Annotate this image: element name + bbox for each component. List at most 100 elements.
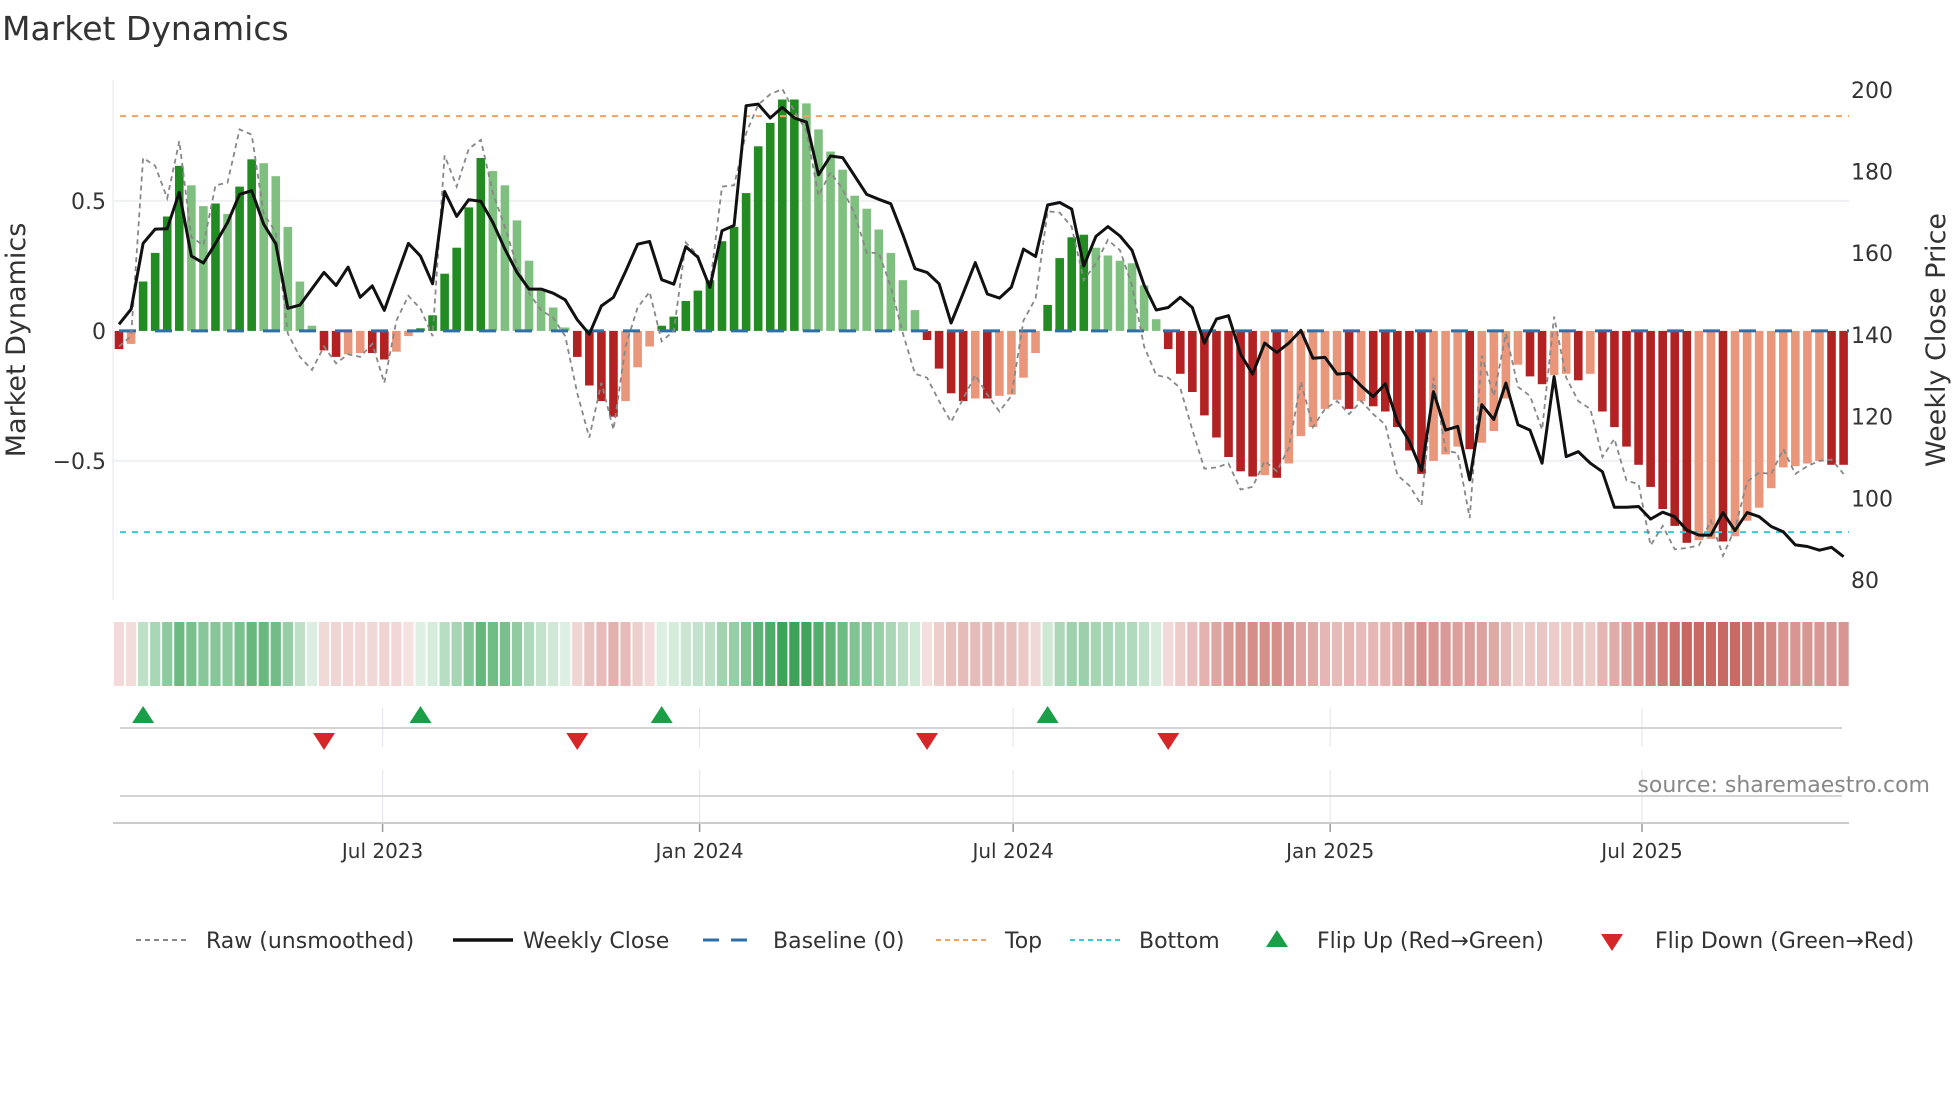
heatmap-cell	[1838, 622, 1849, 686]
heatmap-cell	[475, 622, 486, 686]
heatmap-cell	[463, 622, 474, 686]
legend-label: Flip Down (Green→Red)	[1655, 929, 1914, 954]
heatmap-cell	[1163, 622, 1174, 686]
heatmap-cell	[1428, 622, 1439, 686]
dynamics-bar	[1827, 330, 1836, 465]
heatmap-cell	[946, 622, 957, 686]
dynamics-bar	[934, 330, 944, 369]
x-tick-label: Jul 2025	[1599, 839, 1682, 863]
dynamics-bar	[1586, 330, 1595, 374]
dynamics-bar	[1815, 330, 1824, 461]
heatmap-cell	[379, 622, 390, 686]
legend-item-top[interactable]: Top	[936, 929, 1042, 954]
heatmap-cell	[765, 622, 776, 686]
y-tick-label-right: 140	[1851, 324, 1893, 349]
dynamics-bar	[1332, 330, 1342, 400]
y-tick-label-left: 0.5	[71, 190, 106, 215]
heatmap-cell	[1307, 622, 1319, 686]
flip-up-marker	[409, 706, 432, 723]
heatmap-cell	[644, 622, 655, 686]
legend-item-bottom[interactable]: Bottom	[1070, 929, 1220, 954]
legend-item-baseline[interactable]: Baseline (0)	[703, 929, 904, 954]
y-tick-label-left: −0.5	[53, 450, 106, 475]
heatmap-cell	[1597, 622, 1608, 686]
dynamics-bar	[633, 330, 642, 368]
heatmap-cell	[1114, 622, 1126, 686]
dynamics-bar	[1525, 330, 1535, 377]
y-tick-label-left: 0	[92, 320, 106, 345]
dynamics-bar	[958, 330, 968, 402]
dynamics-bar	[138, 281, 148, 331]
legend-label: Weekly Close	[523, 929, 669, 954]
dynamics-bar	[380, 330, 389, 360]
dynamics-bar	[464, 207, 474, 331]
heatmap-cell	[1573, 622, 1584, 686]
heatmap-cell	[1790, 622, 1801, 686]
dynamics-bar	[1718, 330, 1728, 542]
dynamics-bar	[1465, 330, 1475, 450]
heatmap-cell	[1066, 622, 1077, 686]
heatmap-cell	[415, 622, 426, 686]
heatmap-cell	[1729, 622, 1741, 686]
legend-label: Flip Up (Red→Green)	[1317, 929, 1544, 954]
heatmap-cell	[994, 622, 1005, 686]
dynamics-bar	[1151, 319, 1161, 331]
heatmap-cell	[1054, 622, 1065, 686]
heatmap-cell	[1452, 622, 1463, 686]
heatmap-cell	[1681, 622, 1692, 686]
heatmap-cell	[1331, 622, 1343, 686]
y-tick-label-right: 100	[1851, 487, 1893, 512]
legend-label: Bottom	[1139, 929, 1220, 954]
dynamics-bar	[1694, 330, 1704, 541]
dynamics-bar	[753, 146, 763, 331]
y-tick-label-right: 80	[1851, 569, 1879, 594]
heatmap-cell	[1030, 622, 1041, 686]
heatmap-cell	[560, 622, 571, 686]
heatmap-cell	[427, 622, 438, 686]
dynamics-bar	[597, 330, 606, 402]
dynamics-bar	[970, 330, 980, 399]
dynamics-bar	[524, 260, 534, 331]
heatmap-cell	[1356, 622, 1367, 686]
legend-item-flip-down[interactable]: Flip Down (Green→Red)	[1601, 929, 1914, 954]
source-label: source: sharemaestro.com	[1637, 773, 1930, 798]
dynamics-bar	[1766, 330, 1776, 489]
heatmap-cell	[210, 622, 221, 686]
heatmap-cell	[1078, 622, 1089, 686]
legend-item-raw[interactable]: Raw (unsmoothed)	[136, 929, 414, 954]
heatmap-cell	[1295, 622, 1306, 686]
dynamics-bar	[1610, 330, 1619, 428]
dynamics-bar	[995, 330, 1004, 396]
heatmap-cell	[294, 622, 305, 686]
heatmap-cell	[1609, 622, 1620, 686]
dynamics-bar	[1381, 330, 1390, 412]
dynamics-bar	[621, 330, 630, 402]
heatmap-cell	[403, 622, 414, 686]
dynamics-bar	[1839, 330, 1848, 465]
dynamics-bar	[910, 310, 920, 331]
heatmap-cell	[246, 622, 257, 686]
dynamics-bar	[1598, 330, 1607, 412]
legend-item-close[interactable]: Weekly Close	[453, 929, 669, 954]
dynamics-bar	[1188, 330, 1197, 392]
dynamics-bar	[1163, 330, 1173, 350]
heatmap-cell	[391, 622, 402, 686]
heatmap-cell	[1440, 622, 1451, 686]
heatmap-cell	[885, 622, 896, 686]
legend-item-flip-up[interactable]: Flip Up (Red→Green)	[1266, 929, 1544, 954]
dynamics-bar	[1778, 330, 1788, 468]
heatmap-cell	[584, 622, 595, 686]
heatmap-cell	[1404, 622, 1415, 686]
dynamics-bars	[114, 99, 1848, 543]
dynamics-bar	[1224, 330, 1233, 457]
heatmap-cell	[1621, 622, 1632, 686]
flip-down-marker	[313, 733, 336, 750]
heatmap-cell	[1380, 622, 1391, 686]
heatmap-cell	[837, 622, 848, 686]
heatmap-cell	[1512, 622, 1524, 686]
legend-label: Raw (unsmoothed)	[206, 929, 414, 954]
heatmap-cell	[138, 622, 149, 686]
heatmap-cell	[234, 622, 245, 686]
x-tick-label: Jul 2024	[970, 839, 1053, 863]
heatmap-cell	[933, 622, 945, 686]
